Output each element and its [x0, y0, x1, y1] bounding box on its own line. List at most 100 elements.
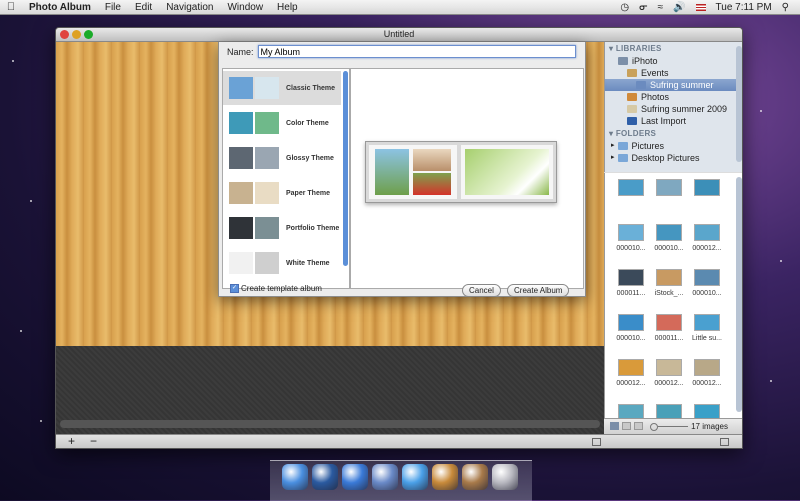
- theme-item[interactable]: Classic Theme: [223, 71, 341, 105]
- photo-thumbnail[interactable]: 000011...: [649, 314, 689, 342]
- apple-icon[interactable]: : [0, 1, 22, 13]
- photo-image: [618, 269, 644, 286]
- horizontal-scrollbar[interactable]: [60, 420, 600, 428]
- safari-icon[interactable]: [402, 464, 428, 490]
- grid-view-icon[interactable]: [610, 422, 619, 430]
- trash-icon[interactable]: [492, 464, 518, 490]
- theme-list: Classic Theme Color Theme Glossy Theme Pape…: [222, 68, 350, 289]
- mail-stamp-icon[interactable]: [372, 464, 398, 490]
- source-item-label: Sufring summer 2009: [641, 104, 728, 114]
- photo-thumbnail[interactable]: 000010...: [649, 224, 689, 252]
- close-button[interactable]: [60, 30, 69, 39]
- photo-thumbnail[interactable]: [649, 179, 689, 200]
- toggle-browser-icon[interactable]: [720, 438, 729, 446]
- title-bar[interactable]: Untitled: [56, 28, 742, 42]
- photo-thumbnail[interactable]: iStock_...: [649, 269, 689, 297]
- folder-item[interactable]: ▸ Pictures: [605, 140, 742, 152]
- menu-file[interactable]: File: [98, 2, 128, 13]
- folder-item-label: Pictures: [631, 141, 665, 151]
- photo-thumbnail[interactable]: 000010...: [611, 314, 651, 342]
- source-list-scrollbar[interactable]: [736, 46, 742, 162]
- folders-header[interactable]: ▾ FOLDERS: [605, 127, 742, 140]
- photo-thumbnail[interactable]: Little su...: [687, 314, 727, 342]
- create-template-checkbox[interactable]: ✓: [230, 284, 239, 294]
- photo-thumbnail[interactable]: 000010...: [687, 269, 727, 297]
- event-icon: [636, 81, 646, 89]
- theme-label: Glossy Theme: [286, 154, 334, 162]
- create-album-button[interactable]: Create Album: [507, 284, 570, 297]
- minimize-button[interactable]: [72, 30, 81, 39]
- libraries-header[interactable]: ▾ LIBRARIES: [605, 42, 742, 55]
- photo-label: 000012...: [692, 245, 722, 252]
- source-item[interactable]: Sufring summer 2009: [605, 103, 742, 115]
- photo-album-icon[interactable]: [462, 464, 488, 490]
- time-machine-icon[interactable]: ◷: [615, 2, 634, 13]
- theme-thumbnail: [228, 76, 280, 100]
- source-item-label: Sufring summer: [650, 80, 714, 90]
- source-item[interactable]: Events: [605, 67, 742, 79]
- finder-icon[interactable]: [282, 464, 308, 490]
- list-view-icon[interactable]: [622, 422, 631, 430]
- folder-item-label: Desktop Pictures: [631, 153, 700, 163]
- spotlight-icon[interactable]: ⚲: [777, 2, 794, 13]
- theme-item[interactable]: White Theme: [223, 246, 341, 280]
- menu-edit[interactable]: Edit: [128, 2, 159, 13]
- folder-item[interactable]: ▸ Desktop Pictures: [605, 152, 742, 164]
- theme-list-scrollbar[interactable]: [343, 71, 348, 266]
- last-import-icon: [627, 117, 637, 125]
- photo-label: 000011...: [616, 290, 646, 297]
- photo-image: [694, 224, 720, 241]
- zoom-slider-knob[interactable]: [650, 423, 658, 431]
- photo-thumbnail[interactable]: 000010...: [611, 224, 651, 252]
- photo-browser-scrollbar[interactable]: [736, 177, 742, 412]
- disclosure-arrow-icon[interactable]: ▸: [611, 152, 615, 164]
- zoom-slider[interactable]: [658, 426, 688, 427]
- menu-navigation[interactable]: Navigation: [159, 2, 220, 13]
- name-label: Name:: [227, 46, 254, 57]
- source-item[interactable]: Photos: [605, 91, 742, 103]
- detail-view-icon[interactable]: [634, 422, 643, 430]
- photo-thumbnail[interactable]: [687, 179, 727, 200]
- volume-icon[interactable]: 🔊: [668, 2, 690, 13]
- folder-icon: [617, 142, 628, 150]
- menubar-clock[interactable]: Tue 7:11 PM: [711, 2, 777, 13]
- photo-image: [618, 359, 644, 376]
- source-item[interactable]: iPhoto: [605, 55, 742, 67]
- bluetooth-icon[interactable]: ᓂ: [634, 2, 653, 13]
- theme-item[interactable]: Glossy Theme: [223, 141, 341, 175]
- album-name-input[interactable]: [257, 45, 576, 58]
- flag-icon[interactable]: [695, 3, 706, 11]
- source-item-label: iPhoto: [632, 56, 658, 66]
- photo-thumbnail[interactable]: [611, 179, 651, 200]
- photo-thumbnail[interactable]: 000011...: [611, 269, 651, 297]
- source-item[interactable]: Sufring summer: [605, 79, 742, 91]
- toggle-pages-icon[interactable]: [592, 438, 601, 446]
- photos-icon: [627, 93, 637, 101]
- quicktime-icon[interactable]: [312, 464, 338, 490]
- menu-help[interactable]: Help: [270, 2, 305, 13]
- wifi-icon[interactable]: ≈: [653, 2, 669, 13]
- theme-item[interactable]: Portfolio Theme: [223, 211, 341, 245]
- remove-page-button[interactable]: −: [90, 435, 97, 448]
- source-item-label: Last Import: [641, 116, 687, 126]
- menu-app-name[interactable]: Photo Album: [22, 2, 98, 13]
- photo-thumbnail[interactable]: 000012...: [687, 359, 727, 387]
- disclosure-arrow-icon[interactable]: ▸: [611, 140, 615, 152]
- theme-item[interactable]: Color Theme: [223, 106, 341, 140]
- app-store-icon[interactable]: [342, 464, 368, 490]
- theme-label: Color Theme: [286, 119, 329, 127]
- source-item[interactable]: Last Import: [605, 115, 742, 127]
- theme-thumbnail: [228, 251, 280, 275]
- photo-thumbnail[interactable]: 000012...: [687, 224, 727, 252]
- theme-item[interactable]: Paper Theme: [223, 176, 341, 210]
- cancel-button[interactable]: Cancel: [462, 284, 501, 297]
- theme-thumbnail: [228, 216, 280, 240]
- zoom-button[interactable]: [84, 30, 93, 39]
- photo-label: iStock_...: [654, 290, 684, 297]
- menu-window[interactable]: Window: [220, 2, 270, 13]
- photo-image: [694, 314, 720, 331]
- photo-thumbnail[interactable]: 000012...: [611, 359, 651, 387]
- iphoto-dock-icon[interactable]: [432, 464, 458, 490]
- photo-thumbnail[interactable]: 000012...: [649, 359, 689, 387]
- add-page-button[interactable]: +: [68, 435, 75, 448]
